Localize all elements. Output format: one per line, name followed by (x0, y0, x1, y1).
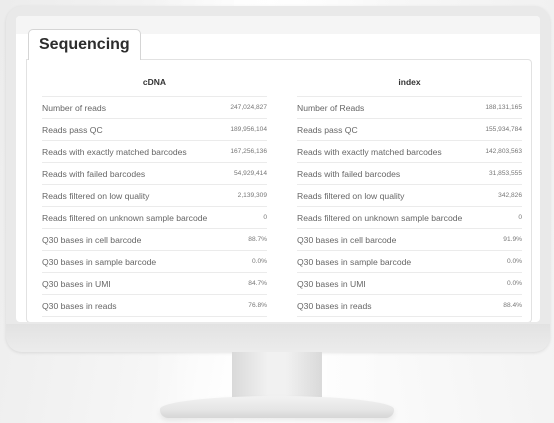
metric-label: Reads with failed barcodes (42, 168, 146, 179)
table-bottom-divider (297, 316, 522, 317)
metric-value: 167,256,136 (230, 148, 267, 155)
table-row: Number of reads 247,024,827 (42, 96, 267, 118)
tab-sequencing[interactable]: Sequencing (28, 29, 141, 60)
table-row: Reads filtered on low quality 342,826 (297, 184, 522, 206)
metric-value: 247,024,827 (230, 104, 267, 111)
metric-label: Reads filtered on low quality (297, 190, 405, 201)
metric-value: 0.0% (506, 258, 522, 265)
metric-value: 31,853,555 (488, 170, 522, 177)
table-row: Reads filtered on low quality 2,139,309 (42, 184, 267, 206)
metric-label: Number of Reads (297, 102, 365, 113)
monitor-stand-base (160, 396, 394, 418)
metric-value: 91.9% (503, 236, 522, 243)
monitor-frame: Sequencing cDNA Number of reads 247,024,8… (6, 6, 550, 352)
metric-label: Reads filtered on unknown sample barcode (42, 212, 208, 223)
sequencing-panel: cDNA Number of reads 247,024,827 Reads pa… (26, 59, 532, 322)
cdna-column-title: cDNA (142, 77, 167, 87)
monitor-screen: Sequencing cDNA Number of reads 247,024,8… (16, 16, 540, 322)
metric-value: 76.8% (248, 302, 267, 309)
table-row: Number of Reads 188,131,165 (297, 96, 522, 118)
metric-label: Q30 bases in UMI (297, 278, 366, 289)
metric-value: 2,139,309 (237, 192, 267, 199)
table-row: Reads with failed barcodes 31,853,555 (297, 162, 522, 184)
table-row: Reads filtered on unknown sample barcode… (42, 206, 267, 228)
metric-value: 0.0% (506, 280, 522, 287)
table-row: Q30 bases in cell barcode 88.7% (42, 228, 267, 250)
metric-label: Q30 bases in sample barcode (297, 256, 412, 267)
metric-label: Q30 bases in reads (297, 300, 372, 311)
monitor-chin (6, 324, 550, 352)
metric-value: 142,803,563 (485, 148, 522, 155)
metric-label: Q30 bases in cell barcode (297, 234, 397, 245)
metric-label: Reads with exactly matched barcodes (42, 146, 187, 157)
metric-value: 88.7% (248, 236, 267, 243)
table-bottom-divider (42, 316, 267, 317)
table-row: Reads with exactly matched barcodes 167,2… (42, 140, 267, 162)
index-metrics-table: index Number of Reads 188,131,165 Reads p… (297, 72, 522, 317)
metric-label: Reads filtered on low quality (42, 190, 150, 201)
table-row: Q30 bases in sample barcode 0.0% (42, 250, 267, 272)
table-row: Reads pass QC 189,956,104 (42, 118, 267, 140)
tab-sequencing-label: Sequencing (39, 36, 130, 53)
table-row: Reads pass QC 155,934,784 (297, 118, 522, 140)
scene: Sequencing cDNA Number of reads 247,024,8… (0, 0, 554, 423)
monitor-stand-neck (232, 352, 322, 402)
metric-label: Number of reads (42, 102, 107, 113)
metric-value: 155,934,784 (485, 126, 522, 133)
table-row: Q30 bases in UMI 0.0% (297, 272, 522, 294)
table-row: Q30 bases in reads 76.8% (42, 294, 267, 316)
metric-value: 188,131,165 (485, 104, 522, 111)
metric-label: Reads pass QC (42, 124, 103, 135)
metric-label: Reads with failed barcodes (297, 168, 401, 179)
metric-value: 189,956,104 (230, 126, 267, 133)
metric-value: 84.7% (248, 280, 267, 287)
metric-value: 54,929,414 (233, 170, 267, 177)
metric-label: Reads with exactly matched barcodes (297, 146, 442, 157)
table-row: Q30 bases in cell barcode 91.9% (297, 228, 522, 250)
metric-value: 342,826 (498, 192, 522, 199)
metric-value: 0.0% (251, 258, 267, 265)
metric-value: 0 (518, 214, 522, 221)
metric-label: Q30 bases in sample barcode (42, 256, 157, 267)
table-row: Q30 bases in reads 88.4% (297, 294, 522, 316)
cdna-metrics-table: cDNA Number of reads 247,024,827 Reads pa… (42, 72, 267, 317)
metric-label: Q30 bases in cell barcode (42, 234, 142, 245)
metric-value: 88.4% (503, 302, 522, 309)
table-row: Reads with exactly matched barcodes 142,8… (297, 140, 522, 162)
metric-label: Reads filtered on unknown sample barcode (297, 212, 463, 223)
index-column-title: index (398, 77, 421, 87)
metric-label: Q30 bases in UMI (42, 278, 111, 289)
table-row: Q30 bases in sample barcode 0.0% (297, 250, 522, 272)
table-row: Q30 bases in UMI 84.7% (42, 272, 267, 294)
metric-label: Reads pass QC (297, 124, 358, 135)
metric-value: 0 (263, 214, 267, 221)
table-row: Reads filtered on unknown sample barcode… (297, 206, 522, 228)
table-row: Reads with failed barcodes 54,929,414 (42, 162, 267, 184)
metric-label: Q30 bases in reads (42, 300, 117, 311)
